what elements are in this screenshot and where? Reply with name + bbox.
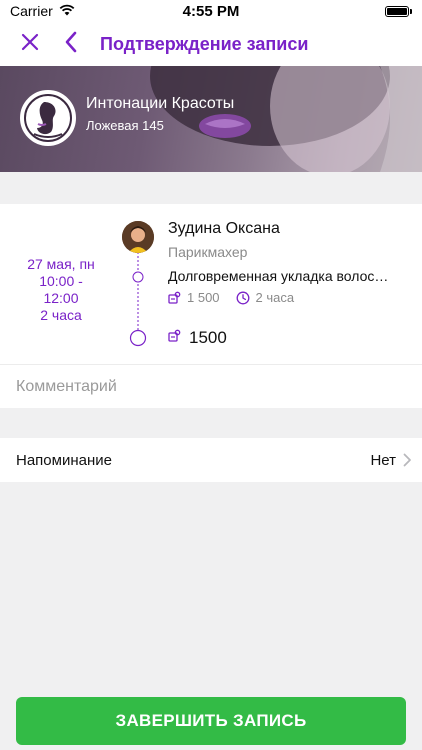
appointment-time-start: 10:00 - [39, 273, 83, 289]
comment-row [0, 364, 422, 409]
comment-input[interactable] [16, 365, 406, 409]
battery-icon [385, 5, 412, 17]
service-duration: 2 часа [255, 290, 295, 305]
service-name: Долговременная укладка волос… [168, 268, 389, 284]
reminder-value: Нет [370, 451, 396, 469]
reminder-row[interactable]: Напоминание Нет [0, 438, 422, 482]
close-button[interactable] [10, 22, 50, 66]
back-button[interactable] [56, 22, 86, 66]
appointment-time-end: 12:00 [43, 290, 79, 306]
status-bar: Carrier 4:55 PM [0, 0, 422, 22]
appointment-date: 27 мая, пн [27, 256, 95, 272]
carrier-label: Carrier [10, 3, 53, 19]
total-row: 1500 [168, 328, 227, 348]
avatar [122, 221, 154, 253]
nav-bar: Подтверждение записи [0, 22, 422, 66]
complete-booking-button[interactable]: ЗАВЕРШИТЬ ЗАПИСЬ [16, 697, 406, 745]
appointment-datetime: 27 мая, пн 10:00 - 12:00 2 часа [0, 256, 122, 324]
salon-name: Интонации Красоты [86, 95, 235, 112]
salon-address: Ложевая 145 [86, 118, 164, 133]
appointment-duration: 2 часа [40, 307, 82, 323]
page-title: Подтверждение записи [100, 33, 309, 54]
chevron-right-icon [403, 453, 412, 472]
service-price: 1 500 [187, 290, 220, 305]
master-role: Парикмахер [168, 244, 248, 260]
price-tag-icon [168, 329, 181, 347]
close-icon [21, 33, 39, 56]
price-tag-icon [168, 291, 181, 304]
chevron-left-icon [64, 31, 78, 58]
reminder-label: Напоминание [16, 451, 112, 469]
total-price: 1500 [189, 328, 227, 347]
status-left: Carrier [10, 3, 75, 19]
salon-banner: Интонации Красоты Ложевая 145 [0, 66, 422, 172]
wifi-icon [59, 3, 75, 19]
booking-card: 27 мая, пн 10:00 - 12:00 2 часа Зудина О… [0, 204, 422, 364]
master-name: Зудина Оксана [168, 220, 280, 237]
service-meta: 1 500 2 часа [168, 290, 294, 305]
clock-icon [236, 291, 250, 305]
salon-logo [20, 90, 76, 146]
